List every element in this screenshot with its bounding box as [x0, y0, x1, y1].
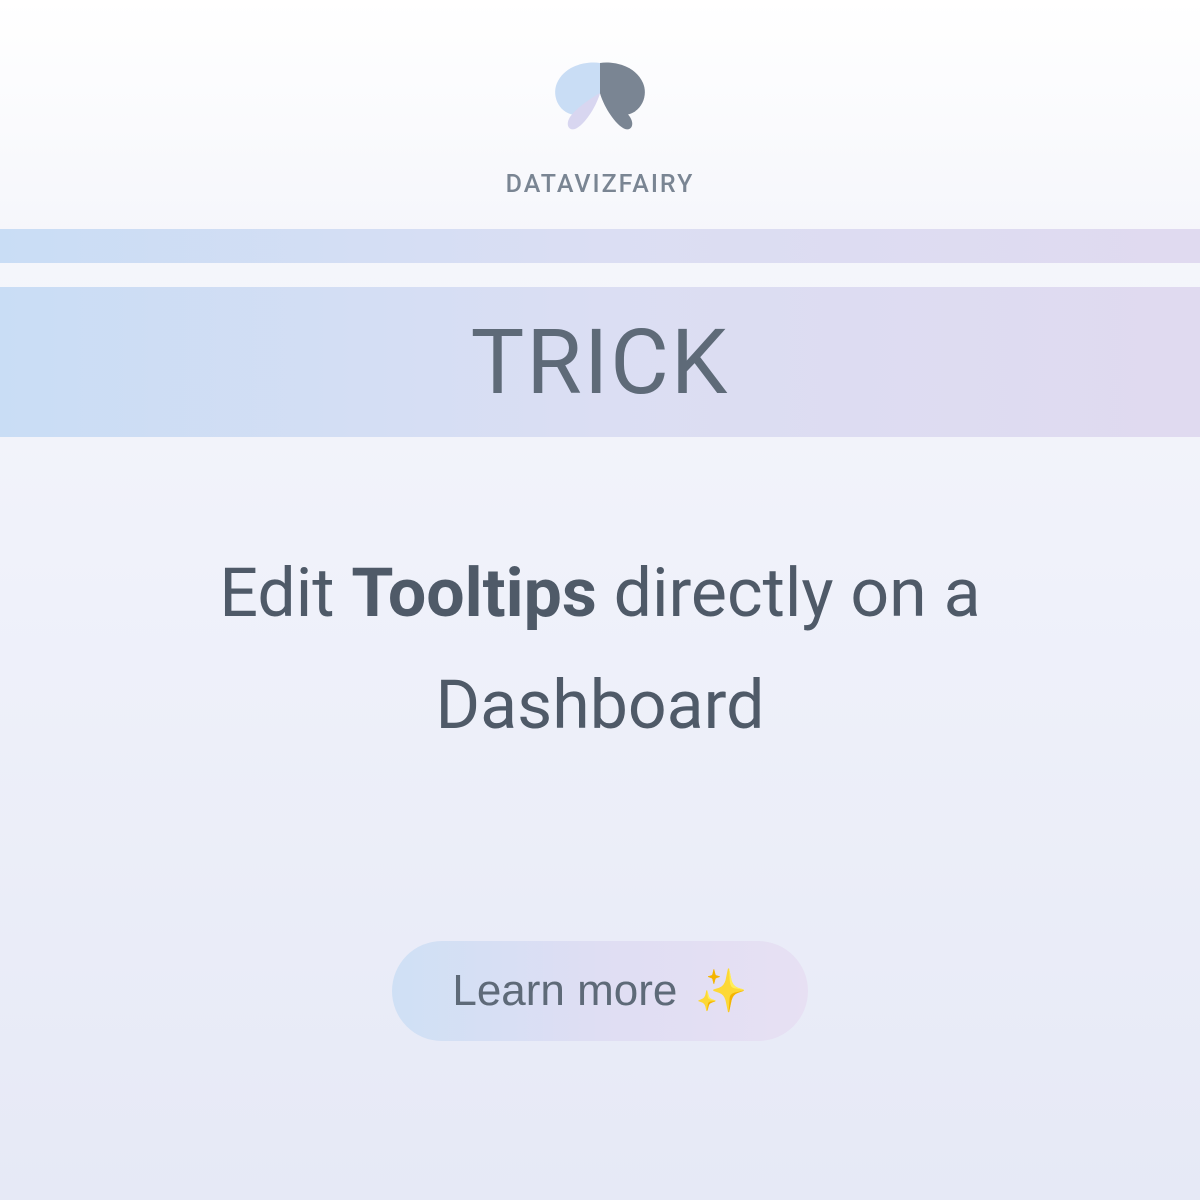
banner-label: TRICK	[471, 310, 730, 415]
brand-name: DATAVIZFAIRY	[506, 170, 695, 199]
main-heading: Edit Tooltips directly on a Dashboard	[150, 537, 1050, 761]
banner-stripe: TRICK	[0, 287, 1200, 437]
cta-label: Learn more	[452, 966, 677, 1016]
sparkle-icon: ✨	[695, 967, 747, 1016]
main-text-before: Edit	[219, 553, 351, 633]
decorative-stripe-thin	[0, 229, 1200, 263]
decorative-gap	[0, 263, 1200, 287]
header: DATAVIZFAIRY	[506, 0, 695, 229]
butterfly-logo-icon	[545, 50, 655, 140]
learn-more-button[interactable]: Learn more ✨	[392, 941, 807, 1041]
main-text-bold: Tooltips	[351, 553, 596, 633]
